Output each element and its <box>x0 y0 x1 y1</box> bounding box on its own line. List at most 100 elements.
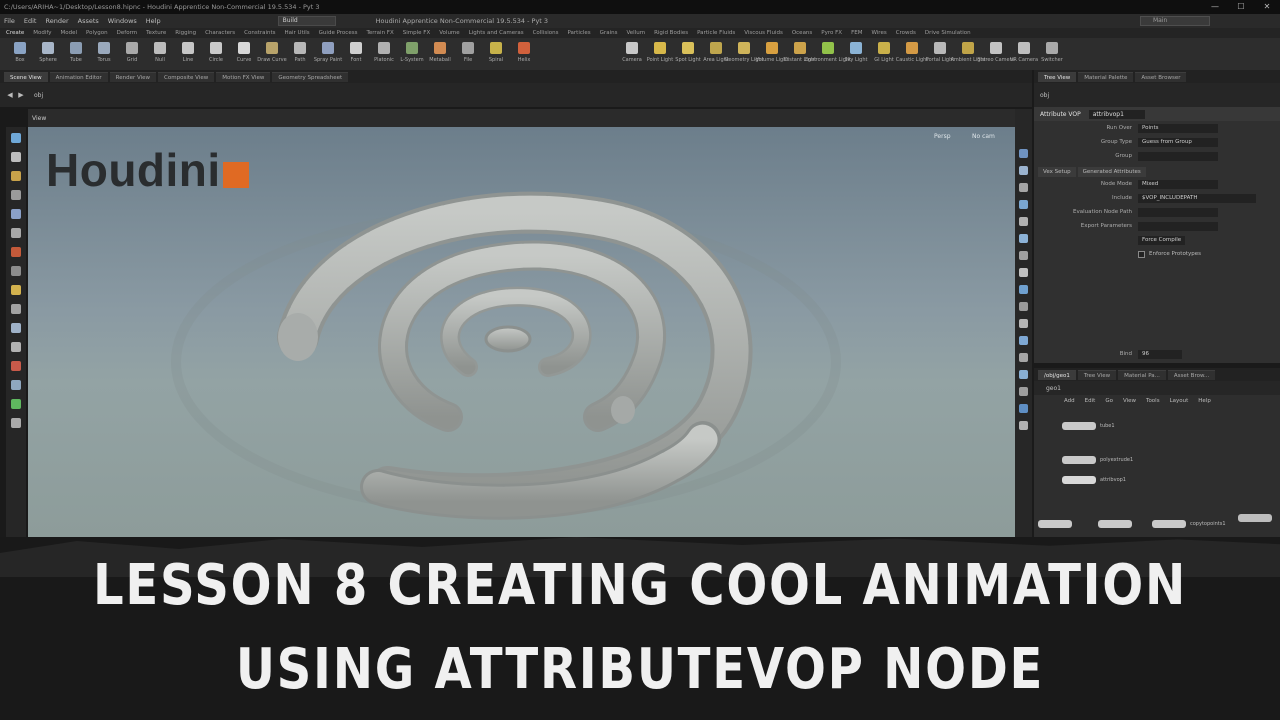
shelf-tool[interactable]: Spray Paint <box>314 38 342 70</box>
move-tool-icon[interactable] <box>11 152 21 162</box>
normals-icon[interactable] <box>1019 251 1028 260</box>
network-node[interactable] <box>1062 476 1096 484</box>
pane-tab-3[interactable]: Composite View <box>158 71 215 82</box>
shelf-tool[interactable]: Caustic Light <box>896 38 928 70</box>
pane-tab-1[interactable]: Material Palette <box>1078 71 1134 82</box>
magnet-tool-icon[interactable] <box>11 361 21 371</box>
shelf-tab-21[interactable]: Viscous Fluids <box>744 30 783 36</box>
param-value[interactable] <box>1138 221 1218 231</box>
shelf-tool[interactable]: Point Light <box>646 38 674 70</box>
shelf-tab-23[interactable]: Pyro FX <box>821 30 842 36</box>
network-menu-help[interactable]: Help <box>1198 398 1211 404</box>
display-options-icon[interactable] <box>1019 149 1028 158</box>
pane-tab-0[interactable]: /obj/geo1 <box>1038 369 1076 380</box>
menu-help[interactable]: Help <box>146 17 161 25</box>
pane-tab-2[interactable]: Render View <box>109 71 157 82</box>
shelf-tool[interactable]: Area Light <box>702 38 730 70</box>
network-menu-add[interactable]: Add <box>1064 398 1075 404</box>
maximize-button[interactable]: ☐ <box>1228 0 1254 14</box>
shelf-tool[interactable]: GI Light <box>870 38 898 70</box>
bind-value[interactable]: 96 <box>1138 349 1182 359</box>
shelf-tool[interactable]: Helix <box>510 38 538 70</box>
shelf-tab-8[interactable]: Constraints <box>244 30 275 36</box>
scene-viewport[interactable]: Houdini Persp No cam <box>28 127 1015 537</box>
minimize-button[interactable]: — <box>1202 0 1228 14</box>
shelf-tool[interactable]: Switcher <box>1038 38 1066 70</box>
menu-assets[interactable]: Assets <box>78 17 99 25</box>
shelf-tool[interactable]: Geometry Light <box>725 38 764 70</box>
paint-tool-icon[interactable] <box>11 285 21 295</box>
back-arrow-icon[interactable]: ◀ <box>6 91 14 99</box>
shelf-tool[interactable]: Spot Light <box>674 38 702 70</box>
bbox-icon[interactable] <box>1019 268 1028 277</box>
pane-tab-1[interactable]: Animation Editor <box>49 71 108 82</box>
shelf-tab-15[interactable]: Collisions <box>533 30 559 36</box>
pose-tool-icon[interactable] <box>11 228 21 238</box>
path-crumb[interactable]: obj <box>34 92 43 99</box>
shelf-tab-12[interactable]: Simple FX <box>403 30 430 36</box>
shelf-tool[interactable]: Metaball <box>426 38 454 70</box>
shelf-tool[interactable]: Environment Light <box>805 38 851 70</box>
param-value[interactable]: Points <box>1138 123 1218 133</box>
shelf-tool[interactable]: Font <box>342 38 370 70</box>
forward-arrow-icon[interactable]: ▶ <box>17 91 25 99</box>
pane-tab-2[interactable]: Asset Browser <box>1135 71 1187 82</box>
shelf-tool[interactable]: Circle <box>202 38 230 70</box>
menu-render[interactable]: Render <box>45 17 68 25</box>
shelf-tool[interactable]: Null <box>146 38 174 70</box>
network-path-crumb[interactable]: geo1 <box>1046 385 1061 392</box>
camera-tool-icon[interactable] <box>11 323 21 333</box>
shelf-tab-20[interactable]: Particle Fluids <box>697 30 735 36</box>
snapshot-icon[interactable] <box>1019 421 1028 430</box>
network-menu-layout[interactable]: Layout <box>1170 398 1189 404</box>
handle-tool-icon[interactable] <box>11 209 21 219</box>
ghost-icon[interactable] <box>1019 302 1028 311</box>
shelf-tool[interactable]: Camera <box>618 38 646 70</box>
param-value[interactable] <box>1138 151 1218 161</box>
shelf-tool[interactable]: Box <box>6 38 34 70</box>
shading-icon[interactable] <box>1019 166 1028 175</box>
shelf-tool[interactable]: Line <box>174 38 202 70</box>
shelf-tool[interactable]: Platonic <box>370 38 398 70</box>
pane-tab-5[interactable]: Geometry Spreadsheet <box>272 71 349 82</box>
grid-tool-icon[interactable] <box>11 380 21 390</box>
render-tool-icon[interactable] <box>11 399 21 409</box>
measure-tool-icon[interactable] <box>11 304 21 314</box>
background-icon[interactable] <box>1019 285 1028 294</box>
shelf-tool[interactable]: Torus <box>90 38 118 70</box>
shelf-tab-14[interactable]: Lights and Cameras <box>469 30 524 36</box>
xray-icon[interactable] <box>1019 336 1028 345</box>
shelf-tool[interactable]: Portal Light <box>926 38 954 70</box>
template-icon[interactable] <box>1019 319 1028 328</box>
view-name[interactable]: View <box>32 115 46 122</box>
visualize-icon[interactable] <box>1019 217 1028 226</box>
shelf-tab-11[interactable]: Terrain FX <box>366 30 393 36</box>
rotate-tool-icon[interactable] <box>11 171 21 181</box>
network-menu-view[interactable]: View <box>1123 398 1136 404</box>
shelf-tool[interactable]: File <box>454 38 482 70</box>
shelf-tab-24[interactable]: FEM <box>851 30 862 36</box>
close-button[interactable]: ✕ <box>1254 0 1280 14</box>
network-menu-go[interactable]: Go <box>1105 398 1113 404</box>
select-tool-icon[interactable] <box>11 133 21 143</box>
lasso-tool-icon[interactable] <box>11 342 21 352</box>
param-value[interactable]: Guess from Group <box>1138 137 1218 147</box>
shelf-tab-22[interactable]: Oceans <box>792 30 812 36</box>
shelf-tab-13[interactable]: Volume <box>439 30 459 36</box>
shelf-tab-16[interactable]: Particles <box>567 30 590 36</box>
shelf-tab-3[interactable]: Polygon <box>86 30 108 36</box>
display-tool-icon[interactable] <box>11 418 21 428</box>
shelf-tool[interactable]: Ambient Light <box>950 38 986 70</box>
network-node[interactable] <box>1038 520 1072 528</box>
shelf-tab-18[interactable]: Vellum <box>626 30 645 36</box>
menu-windows[interactable]: Windows <box>108 17 137 25</box>
shelf-tool[interactable]: Path <box>286 38 314 70</box>
shelf-tab-0[interactable]: Create <box>6 30 24 36</box>
shelf-tab-4[interactable]: Deform <box>117 30 137 36</box>
shelf-tool[interactable]: Draw Curve <box>257 38 287 70</box>
shelf-tab-6[interactable]: Rigging <box>175 30 196 36</box>
snap-tool-icon[interactable] <box>11 266 21 276</box>
tab-vex-setup[interactable]: Vex Setup <box>1038 167 1076 177</box>
pane-tab-0[interactable]: Scene View <box>4 71 48 82</box>
network-node[interactable] <box>1098 520 1132 528</box>
